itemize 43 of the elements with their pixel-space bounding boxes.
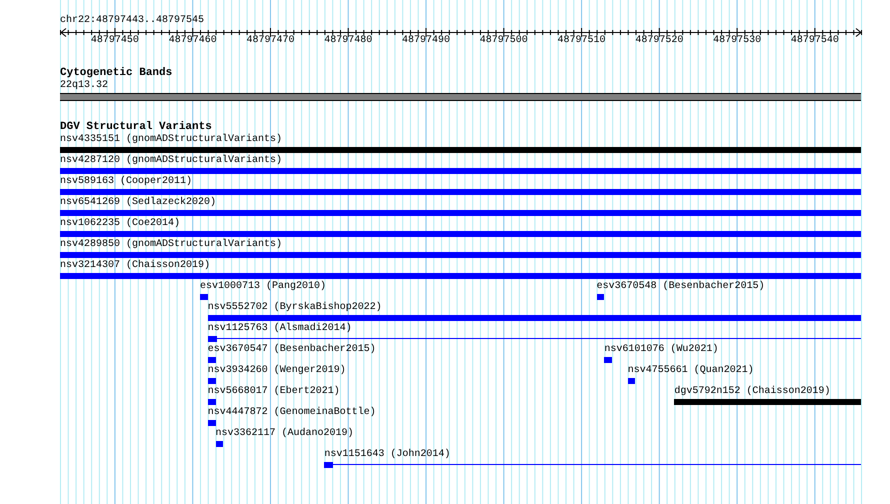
feature-bar[interactable] <box>208 399 216 405</box>
feature-bar[interactable] <box>208 420 216 426</box>
tick-label: 48797470 <box>246 35 294 47</box>
feature-bar[interactable] <box>208 357 216 363</box>
tick-label: 48797530 <box>713 35 762 47</box>
feature-label: nsv5668017 (Ebert2021) <box>208 386 340 398</box>
tick-label: 48797540 <box>790 35 839 47</box>
feature-label: nsv1062235 (Coe2014) <box>60 218 180 230</box>
feature-label: nsv4289850 (gnomADStructuralVariants) <box>60 239 282 251</box>
tick-label: 48797520 <box>635 35 684 47</box>
tick-label: 48797480 <box>324 35 372 47</box>
tick-label: 48797490 <box>402 35 450 47</box>
tick-label: 48797450 <box>90 35 139 47</box>
feature-label: esv3670547 (Besenbacher2015) <box>208 344 376 356</box>
feature-label: nsv4755661 (Quan2021) <box>628 365 754 377</box>
tick-label: 48797500 <box>480 35 528 47</box>
tick-label: 48797460 <box>168 35 217 47</box>
cytoband-bar[interactable] <box>60 93 861 101</box>
feature-label: esv1000713 (Pang2010) <box>200 281 326 293</box>
feature-label: nsv6101076 (Wu2021) <box>604 344 718 356</box>
feature-label: nsv5552702 (ByrskaBishop2022) <box>208 302 382 314</box>
feature-label: nsv1151643 (John2014) <box>324 449 450 461</box>
feature-label: nsv6541269 (Sedlazeck2020) <box>60 197 216 209</box>
feature-label: nsv3934260 (Wenger2019) <box>208 365 346 377</box>
feature-label: nsv1125763 (Alsmadi2014) <box>208 323 352 335</box>
feature-block[interactable] <box>208 336 217 342</box>
track-title: Cytogenetic Bands <box>60 67 172 80</box>
feature-block[interactable] <box>324 462 334 468</box>
tick-label: 48797510 <box>558 35 606 47</box>
band-label: 22q13.32 <box>60 80 108 92</box>
track-title: DGV Structural Variants <box>60 121 212 134</box>
feature-bar[interactable] <box>604 357 612 363</box>
feature-label: nsv4335151 (gnomADStructuralVariants) <box>60 134 282 146</box>
feature-label: nsv3362117 (Audano2019) <box>216 428 354 440</box>
feature-bar[interactable] <box>208 378 216 384</box>
feature-label: nsv589163 (Cooper2011) <box>60 176 192 188</box>
feature-label: nsv4447872 (GenomeinaBottle) <box>208 407 376 419</box>
feature-label: dgv5792n152 (Chaisson2019) <box>674 386 830 398</box>
location-text: chr22:48797443..48797545 <box>60 15 204 27</box>
feature-label: nsv4287120 (gnomADStructuralVariants) <box>60 155 282 167</box>
feature-label: esv3670548 (Besenbacher2015) <box>596 281 765 293</box>
feature-label: nsv3214307 (Chaisson2019) <box>60 260 210 272</box>
feature-bar[interactable] <box>200 294 208 300</box>
